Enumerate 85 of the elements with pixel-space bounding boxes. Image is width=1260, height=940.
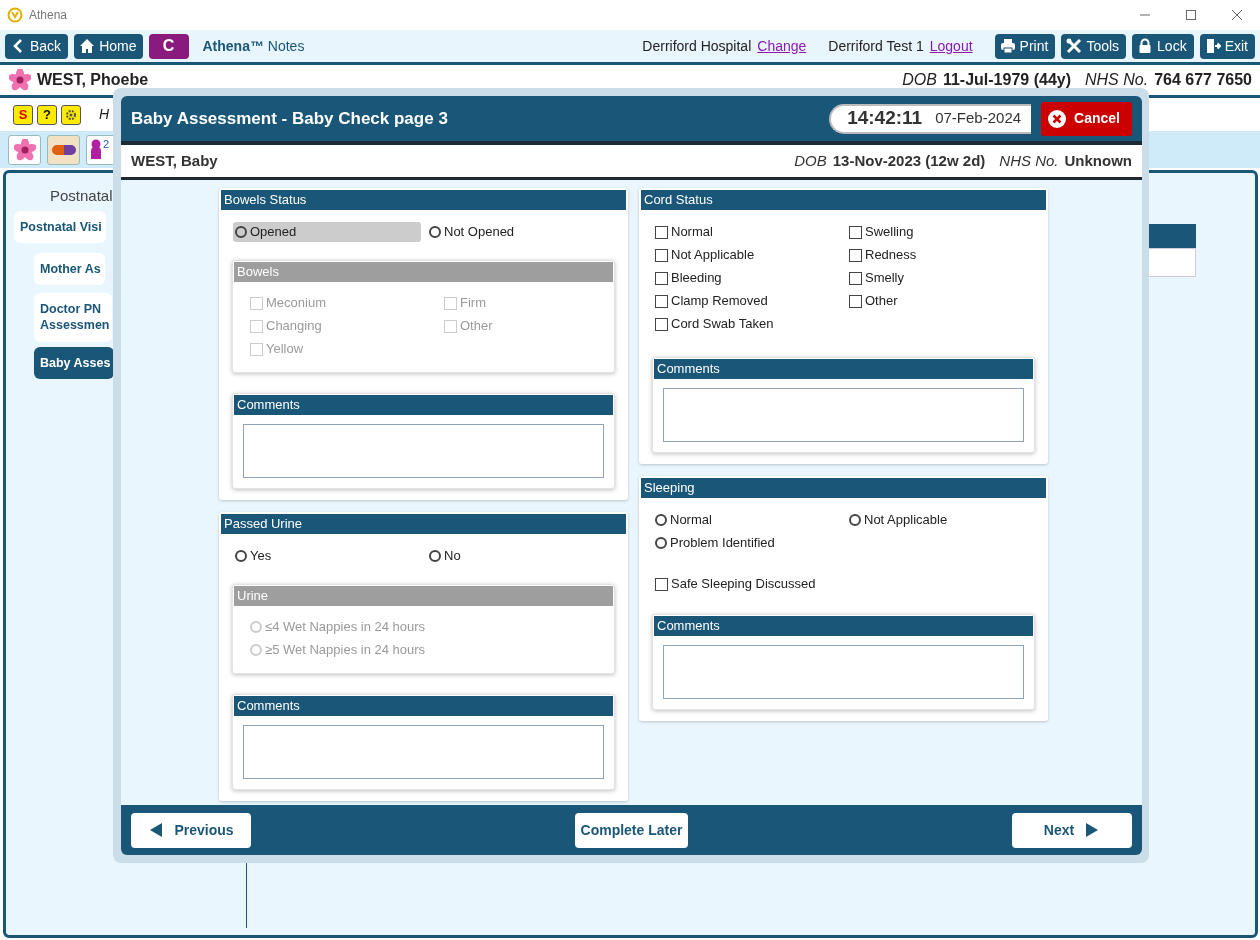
- checkbox[interactable]: Cord Swab Taken: [653, 314, 847, 334]
- printer-icon: [999, 38, 1016, 54]
- close-icon: [1047, 108, 1068, 129]
- flower-icon: [13, 138, 36, 161]
- checkbox[interactable]: Clamp Removed: [653, 291, 847, 311]
- panel-header: Cord Status: [641, 190, 1046, 210]
- dob-value: 11-Jul-1979 (44y): [942, 70, 1071, 90]
- checkbox[interactable]: Not Applicable: [653, 245, 847, 265]
- panel-header: Urine: [234, 586, 613, 606]
- panel-header: Passed Urine: [221, 514, 626, 534]
- time-text: 14:42:11: [847, 106, 923, 131]
- print-button[interactable]: Print: [994, 33, 1056, 59]
- date-text: 07-Feb-2024: [935, 108, 1022, 129]
- triangle-left-icon: [148, 822, 165, 838]
- section-heading: Postnatal: [50, 186, 113, 206]
- settings-icon: [61, 104, 81, 125]
- nav-item[interactable]: Mother As: [34, 253, 105, 286]
- pill-button[interactable]: [47, 134, 80, 165]
- home-button[interactable]: Home: [74, 33, 144, 59]
- change-link[interactable]: Change: [757, 35, 807, 57]
- dob-value: 13-Nov-2023 (12w 2d): [832, 150, 986, 171]
- checkbox[interactable]: Bleeding: [653, 268, 847, 288]
- radio-button[interactable]: Yes: [233, 546, 427, 566]
- dob-label: DOB: [902, 70, 937, 90]
- patient-name: WEST, Baby: [131, 150, 218, 171]
- lock-icon: [1137, 38, 1154, 54]
- tools-button[interactable]: Tools: [1061, 33, 1127, 59]
- nav-item[interactable]: Postnatal Visi: [14, 211, 106, 244]
- previous-button[interactable]: Previous: [131, 812, 251, 848]
- radio-button[interactable]: No: [427, 546, 621, 566]
- radio-button[interactable]: Opened: [233, 222, 421, 242]
- help-icon: ?: [37, 104, 57, 125]
- checkbox[interactable]: Safe Sleeping Discussed: [653, 574, 1034, 594]
- nhs-label: NHS No.: [999, 150, 1059, 171]
- checkbox[interactable]: Smelly: [847, 268, 1041, 288]
- checkbox[interactable]: Redness: [847, 245, 1041, 265]
- flower-icon: [9, 69, 31, 91]
- nav-item[interactable]: Baby Asses: [34, 347, 115, 380]
- exit-icon: [1204, 38, 1221, 54]
- app-button[interactable]: C: [149, 33, 190, 59]
- panel-header: Comments: [234, 696, 613, 716]
- comments-field[interactable]: [663, 645, 1024, 699]
- nhs-value: 764 677 7650: [1154, 70, 1252, 90]
- cancel-button[interactable]: Cancel: [1041, 101, 1132, 136]
- alert-text: H: [99, 105, 111, 124]
- panel-header: Bowels Status: [221, 190, 626, 210]
- count-text: 2: [103, 136, 110, 152]
- user-name: Derriford Test 1: [828, 36, 924, 56]
- pill-icon: [50, 143, 77, 156]
- checkbox[interactable]: Other: [847, 291, 1041, 311]
- person-icon: [90, 138, 102, 161]
- complete-later-button[interactable]: Complete Later: [575, 812, 688, 848]
- radio-button[interactable]: Not Applicable: [847, 510, 1041, 530]
- app-name: Athena™ Notes: [202, 36, 305, 56]
- flower-button[interactable]: [8, 134, 41, 165]
- dialog-title: Baby Assessment - Baby Check page 3: [131, 107, 448, 130]
- panel-header: Sleeping: [641, 478, 1046, 498]
- back-button[interactable]: Back: [5, 33, 69, 59]
- window-title: Athena: [29, 6, 68, 24]
- tools-icon: [1066, 38, 1083, 54]
- radio-button[interactable]: Normal: [653, 510, 847, 530]
- panel-header: Comments: [654, 359, 1033, 379]
- dob-label: DOB: [794, 150, 827, 171]
- checkbox[interactable]: Swelling: [847, 222, 1041, 242]
- nhs-label: NHS No.: [1085, 70, 1149, 90]
- patient-name: WEST, Phoebe: [37, 70, 149, 90]
- radio-button[interactable]: Problem Identified: [653, 533, 847, 553]
- comments-field[interactable]: [663, 388, 1024, 442]
- home-icon: [79, 38, 96, 54]
- logout-link[interactable]: Logout: [929, 35, 973, 57]
- app-logo-icon: [7, 6, 23, 23]
- comments-field[interactable]: [243, 424, 604, 478]
- next-button[interactable]: Next: [1012, 812, 1132, 848]
- panel-header: Comments: [234, 395, 613, 415]
- nhs-value: Unknown: [1064, 150, 1132, 171]
- radio-button[interactable]: Not Opened: [427, 222, 621, 242]
- panel-header: Comments: [654, 616, 1033, 636]
- nav-item[interactable]: Doctor PN Assessmen: [34, 293, 112, 342]
- lock-button[interactable]: Lock: [1132, 33, 1194, 59]
- panel-header: Bowels: [234, 262, 613, 282]
- comments-field[interactable]: [243, 725, 604, 779]
- hospital-name: Derriford Hospital: [642, 36, 752, 56]
- checkbox[interactable]: Normal: [653, 222, 847, 242]
- exit-button[interactable]: Exit: [1199, 33, 1255, 59]
- sign-icon: S: [13, 104, 33, 125]
